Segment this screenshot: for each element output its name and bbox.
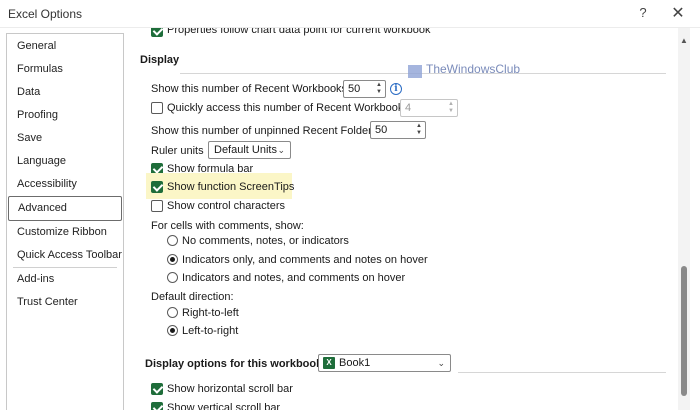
chevron-down-icon: ⌄ [277, 145, 285, 155]
comments-label: For cells with comments, show: [151, 220, 304, 232]
quick-access-label: Quickly access this number of Recent Wor… [167, 102, 412, 114]
info-icon[interactable]: i [390, 83, 402, 95]
nav-item-data[interactable]: Data [7, 81, 123, 104]
comments-option-indicators-only: Indicators only, and comments and notes … [182, 254, 428, 266]
show-screentips-checkbox[interactable] [151, 181, 163, 193]
unpinned-folders-stepper[interactable]: 50 ▲ ▼ [370, 121, 426, 139]
unpinned-folders-label: Show this number of unpinned Recent Fold… [151, 125, 381, 137]
watermark-text: TheWindowsClub [426, 62, 521, 76]
scroll-thumb[interactable] [681, 266, 687, 396]
workbook-options-heading: Display options for this workbook: [145, 358, 326, 370]
unpinned-folders-value: 50 [375, 124, 388, 136]
excel-icon: X [323, 357, 335, 369]
stepper-arrows-icon[interactable]: ▲ ▼ [375, 82, 383, 96]
nav-item-quick-access-toolbar[interactable]: Quick Access Toolbar [7, 244, 123, 267]
nav-item-proofing[interactable]: Proofing [7, 104, 123, 127]
comments-option-none: No comments, notes, or indicators [182, 235, 349, 247]
direction-option-ltr: Left-to-right [182, 325, 239, 337]
stepper-arrows-icon[interactable]: ▲ ▼ [415, 123, 423, 137]
stepper-arrows-icon[interactable]: ▲ ▼ [447, 101, 455, 115]
nav-item-save[interactable]: Save [7, 127, 123, 150]
chevron-down-icon: ⌄ [437, 358, 445, 368]
vertical-scroll-label: Show vertical scroll bar [167, 402, 281, 410]
recent-workbooks-stepper[interactable]: 50 ▲ ▼ [343, 80, 386, 98]
options-nav: General Formulas Data Proofing Save Lang… [6, 33, 124, 410]
horizontal-scroll-label: Show horizontal scroll bar [167, 383, 293, 395]
nav-item-general[interactable]: General [7, 35, 123, 58]
comments-radio-indicators-notes[interactable] [167, 272, 178, 283]
recent-workbooks-label: Show this number of Recent Workbooks: [151, 83, 351, 95]
properties-follow-checkbox[interactable] [151, 28, 163, 37]
horizontal-scroll-checkbox[interactable] [151, 383, 163, 395]
ruler-units-value: Default Units [214, 144, 277, 156]
recent-workbooks-value: 50 [348, 83, 361, 95]
workbook-divider [458, 372, 666, 373]
comments-radio-indicators-only[interactable] [167, 254, 178, 265]
display-divider [180, 73, 666, 74]
ruler-units-label: Ruler units [151, 145, 204, 157]
direction-radio-ltr[interactable] [167, 325, 178, 336]
quick-access-stepper[interactable]: 4 ▲ ▼ [400, 99, 458, 117]
window-title: Excel Options [8, 7, 83, 21]
nav-item-language[interactable]: Language [7, 150, 123, 173]
help-icon[interactable]: ? [636, 5, 650, 20]
direction-radio-rtl[interactable] [167, 307, 178, 318]
vertical-scrollbar[interactable]: ▲ [678, 28, 690, 410]
properties-follow-label: Properties follow chart data point for c… [167, 28, 431, 36]
show-control-chars-checkbox[interactable] [151, 200, 163, 212]
workbook-dropdown[interactable]: X Book1 ⌄ [318, 354, 451, 372]
watermark-logo [408, 65, 422, 78]
quick-access-value: 4 [405, 102, 412, 114]
display-heading: Display [140, 54, 180, 66]
comments-radio-none[interactable] [167, 235, 178, 246]
nav-item-accessibility[interactable]: Accessibility [7, 173, 123, 196]
options-content: Properties follow chart data point for c… [124, 28, 686, 410]
nav-item-advanced[interactable]: Advanced [8, 196, 122, 221]
close-icon[interactable]: ✕ [670, 3, 686, 23]
nav-item-formulas[interactable]: Formulas [7, 58, 123, 81]
vertical-scroll-checkbox[interactable] [151, 402, 163, 410]
nav-item-customize-ribbon[interactable]: Customize Ribbon [7, 221, 123, 244]
ruler-units-dropdown[interactable]: Default Units ⌄ [208, 141, 291, 159]
direction-label: Default direction: [151, 291, 234, 303]
show-control-chars-label: Show control characters [167, 200, 285, 212]
scroll-up-icon[interactable]: ▲ [678, 36, 690, 45]
direction-option-rtl: Right-to-left [182, 307, 239, 319]
show-screentips-label: Show function ScreenTips [167, 181, 295, 193]
nav-item-add-ins[interactable]: Add-ins [7, 268, 123, 291]
nav-item-trust-center[interactable]: Trust Center [7, 291, 123, 314]
quick-access-checkbox[interactable] [151, 102, 163, 114]
title-bar: Excel Options ? ✕ [0, 0, 700, 28]
comments-option-indicators-notes: Indicators and notes, and comments on ho… [182, 272, 406, 284]
